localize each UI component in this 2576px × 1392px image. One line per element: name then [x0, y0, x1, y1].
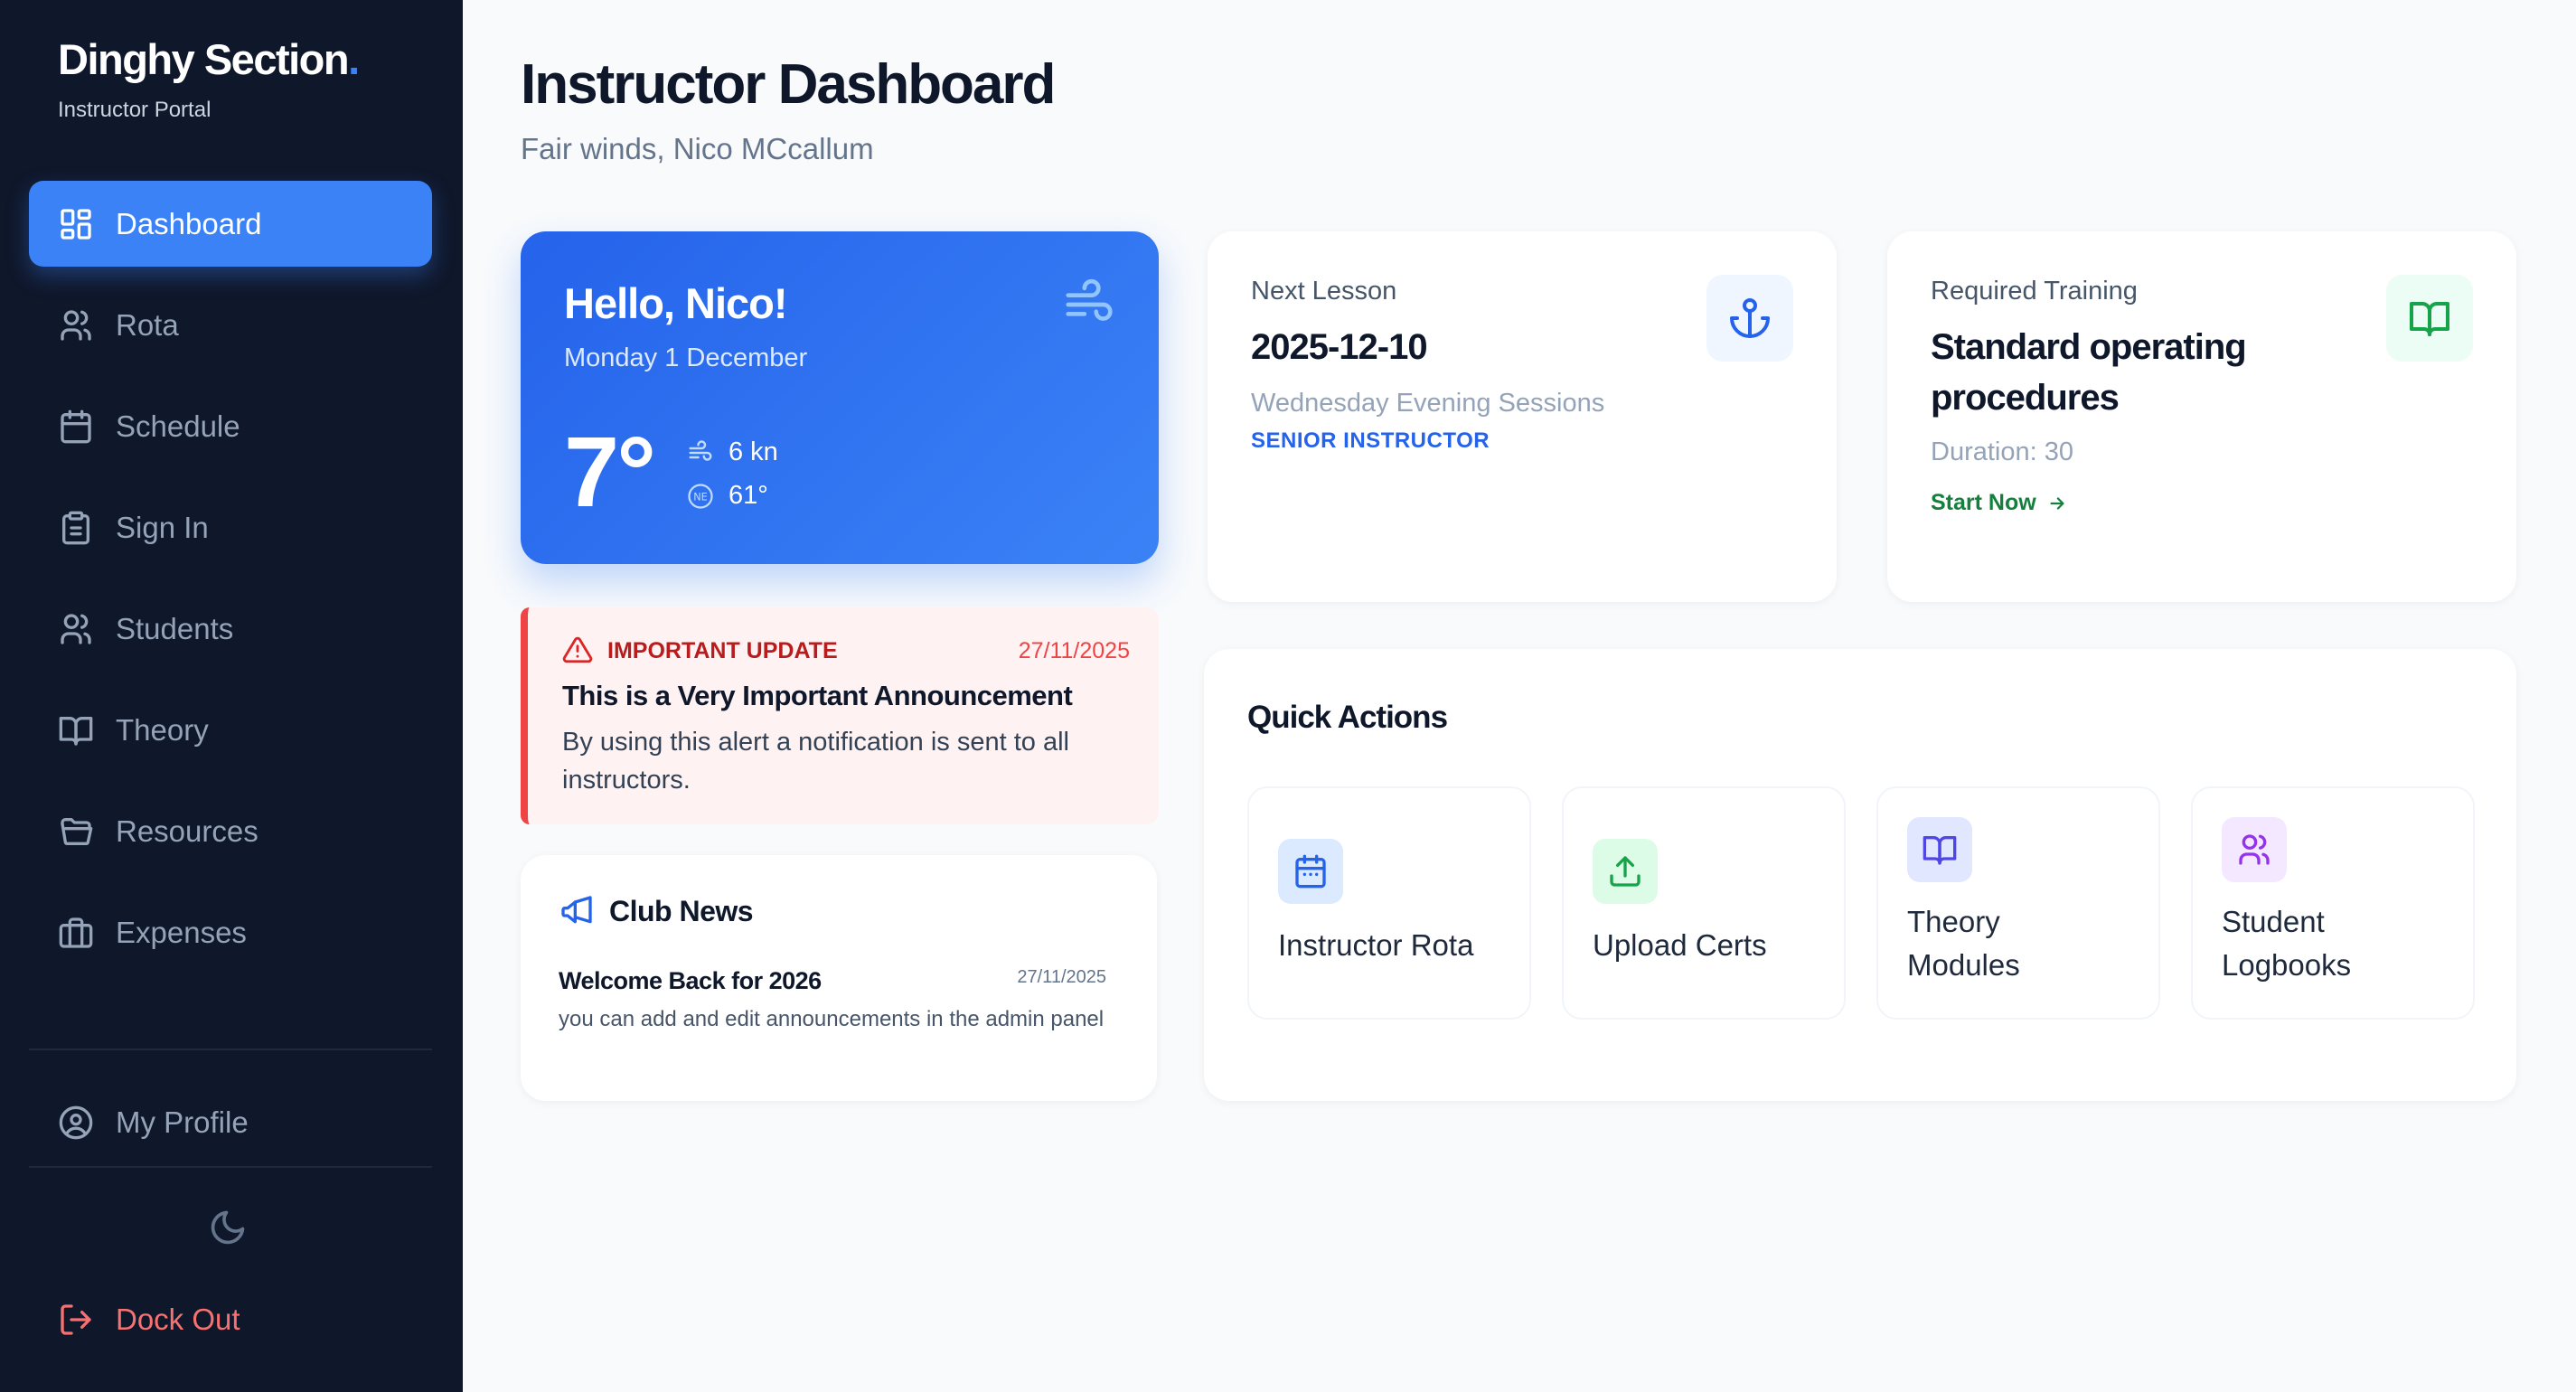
brand-dot: .	[348, 35, 360, 83]
weather-card: Hello, Nico! Monday 1 December 7° 6 kn N…	[521, 231, 1159, 564]
quick-action-label: Upload Certs	[1593, 928, 1767, 962]
book-icon	[58, 712, 94, 748]
nav-label: Schedule	[116, 409, 240, 443]
nav-item-schedule[interactable]: Schedule	[29, 383, 432, 469]
news-item-date: 27/11/2025	[1017, 967, 1106, 987]
users-icon	[2222, 817, 2287, 882]
wind-direction: NE 61°	[687, 481, 768, 511]
quick-action-theory-modules[interactable]: Theory Modules	[1876, 786, 2160, 1020]
quick-action-label: Theory Modules	[1907, 905, 2020, 982]
nav-item-theory[interactable]: Theory	[29, 687, 432, 773]
temperature: 7°	[564, 417, 656, 528]
quick-action-upload-certs[interactable]: Upload Certs	[1562, 786, 1846, 1020]
nav-label: Dashboard	[116, 206, 262, 240]
sidebar: Dinghy Section. Instructor Portal Dashbo…	[0, 0, 463, 1392]
quick-action-label: Student Logbooks	[2222, 905, 2352, 982]
moon-icon	[211, 1210, 245, 1245]
next-lesson-session: Wednesday Evening Sessions	[1251, 389, 1605, 418]
nav-item-expenses[interactable]: Expenses	[29, 889, 432, 975]
quick-action-student-logbooks[interactable]: Student Logbooks	[2191, 786, 2475, 1020]
next-lesson-card[interactable]: Next Lesson 2025-12-10 Wednesday Evening…	[1208, 231, 1837, 602]
start-now-link[interactable]: Start Now	[1931, 490, 2067, 516]
club-news-heading: Club News	[609, 895, 754, 927]
calendar-icon	[58, 409, 94, 445]
theme-toggle-button[interactable]	[208, 1208, 253, 1253]
next-lesson-label: Next Lesson	[1251, 277, 1397, 306]
megaphone-icon	[559, 893, 595, 929]
nav-label: Rota	[116, 307, 179, 342]
calendar-icon	[1278, 839, 1343, 904]
training-duration: Duration: 30	[1931, 437, 2073, 466]
page-title: Instructor Dashboard	[521, 53, 1056, 116]
news-item-title[interactable]: Welcome Back for 2026	[559, 967, 822, 995]
brand-subtitle: Instructor Portal	[58, 98, 212, 122]
folder-icon	[58, 814, 94, 850]
brand: Dinghy Section. Instructor Portal	[58, 33, 360, 123]
users-icon	[58, 307, 94, 343]
nav-label: Students	[116, 611, 234, 645]
wind-speed-value: 6 kn	[729, 437, 778, 466]
nav-item-resources[interactable]: Resources	[29, 788, 432, 874]
alert-title: This is a Very Important Announcement	[562, 680, 1073, 711]
next-lesson-date: 2025-12-10	[1251, 327, 1428, 367]
start-now-label: Start Now	[1931, 490, 2036, 515]
dashboard-icon	[58, 206, 94, 242]
sidebar-divider	[29, 1166, 432, 1168]
nav-label: Resources	[116, 814, 259, 848]
quick-action-label: Instructor Rota	[1278, 928, 1474, 962]
briefcase-icon	[58, 915, 94, 951]
alert-date: 27/11/2025	[1018, 638, 1130, 663]
direction-badge: NE	[693, 491, 708, 503]
quick-actions-heading: Quick Actions	[1247, 700, 1448, 735]
alert-tag: IMPORTANT UPDATE	[607, 638, 838, 663]
warning-icon	[562, 635, 593, 665]
users-icon	[58, 611, 94, 647]
nav-label: My Profile	[116, 1105, 249, 1139]
weather-date: Monday 1 December	[564, 343, 808, 372]
upload-icon	[1593, 839, 1658, 904]
wind-icon	[1061, 277, 1117, 333]
nav-item-students[interactable]: Students	[29, 586, 432, 672]
next-lesson-role: SENIOR INSTRUCTOR	[1251, 428, 1490, 453]
wind-small-icon	[689, 439, 712, 461]
brand-title: Dinghy Section.	[58, 33, 360, 87]
nav-item-sign-in[interactable]: Sign In	[29, 484, 432, 570]
logout-icon	[58, 1302, 94, 1338]
arrow-right-icon	[2050, 496, 2064, 510]
nav-item-my-profile[interactable]: My Profile	[29, 1079, 432, 1165]
training-label: Required Training	[1931, 277, 2138, 306]
club-news-card: Club News Welcome Back for 2026 27/11/20…	[521, 855, 1157, 1101]
wind-direction-value: 61°	[729, 481, 768, 510]
sidebar-divider	[29, 1049, 432, 1050]
important-alert: IMPORTANT UPDATE 27/11/2025 This is a Ve…	[521, 607, 1159, 824]
quick-actions-card: Quick Actions Instructor Rota Upload Cer…	[1204, 649, 2516, 1101]
clipboard-icon	[58, 510, 94, 546]
compass-icon: NE	[688, 483, 713, 509]
book-open-icon	[1907, 817, 1972, 882]
nav-label: Dock Out	[116, 1302, 240, 1336]
greeting: Fair winds, Nico MCcallum	[521, 132, 874, 165]
nav-label: Sign In	[116, 510, 209, 544]
quick-action-instructor-rota[interactable]: Instructor Rota	[1247, 786, 1531, 1020]
user-circle-icon	[58, 1105, 94, 1141]
news-item-body: you can add and edit announcements in th…	[559, 1007, 1105, 1031]
required-training-card: Required Training Standard operating pro…	[1887, 231, 2516, 602]
brand-name: Dinghy Section	[58, 35, 350, 83]
nav-label: Theory	[116, 712, 209, 747]
nav-item-rota[interactable]: Rota	[29, 282, 432, 368]
anchor-icon	[1706, 275, 1793, 362]
weather-hello: Hello, Nico!	[564, 279, 788, 327]
wind-speed: 6 kn	[687, 437, 778, 467]
nav-item-dashboard[interactable]: Dashboard	[29, 181, 432, 267]
nav-label: Expenses	[116, 915, 247, 949]
dock-out-button[interactable]: Dock Out	[29, 1276, 432, 1362]
alert-body: By using this alert a notification is se…	[562, 728, 1069, 795]
book-open-icon	[2386, 275, 2473, 362]
training-title: Standard operating procedures	[1931, 327, 2247, 418]
